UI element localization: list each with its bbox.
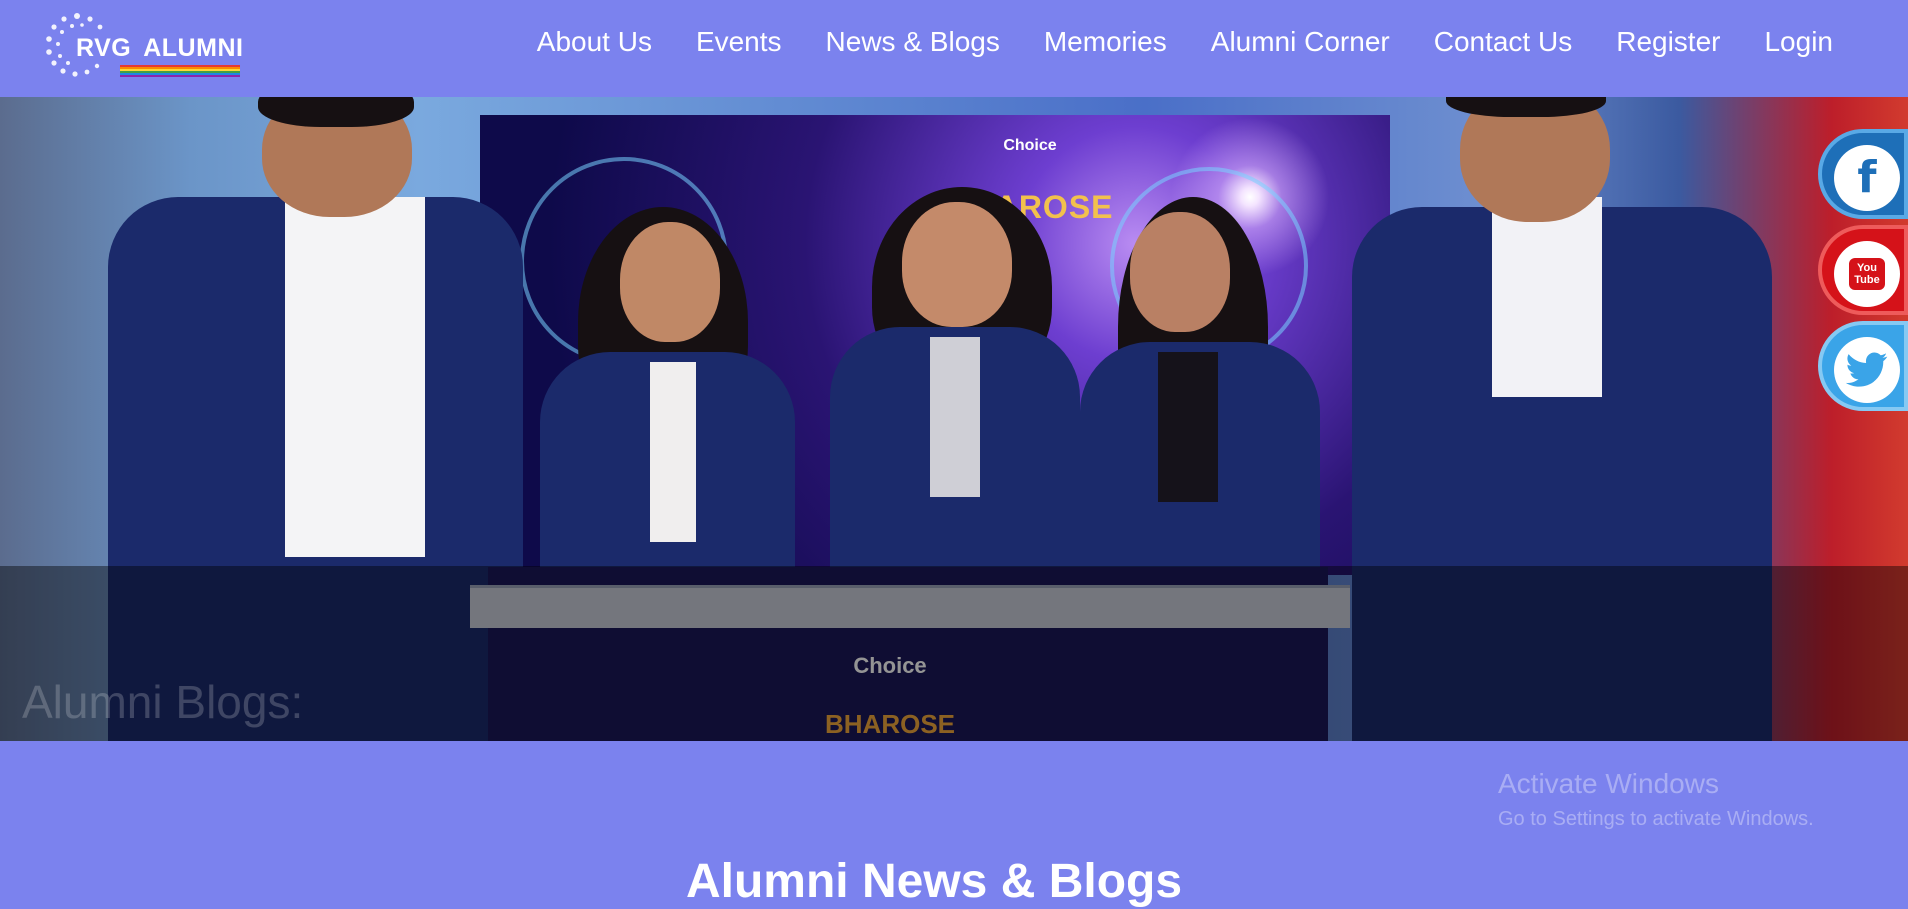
nav-about-us[interactable]: About Us: [537, 26, 652, 58]
youtube-button[interactable]: You Tube: [1818, 225, 1908, 315]
logo-main-text: RVG: [76, 34, 132, 62]
twitter-bird-icon: [1846, 352, 1888, 387]
youtube-glyph-line-2: Tube: [1854, 274, 1880, 286]
facebook-glyph: f: [1857, 152, 1877, 203]
youtube-glyph-line-1: You: [1857, 262, 1877, 274]
backdrop-brand-text: Choice: [1003, 137, 1057, 154]
twitter-icon: [1834, 337, 1900, 403]
main-navigation: About Us Events News & Blogs Memories Al…: [537, 26, 1833, 58]
nav-login[interactable]: Login: [1764, 26, 1833, 58]
nav-news-blogs[interactable]: News & Blogs: [826, 26, 1000, 58]
navbar: RVG ALUMNI About Us Events News & Blogs M…: [0, 0, 1908, 97]
hero-caption: Alumni Blogs:: [22, 676, 304, 728]
twitter-button[interactable]: [1818, 321, 1908, 411]
nav-alumni-corner[interactable]: Alumni Corner: [1211, 26, 1390, 58]
hero-banner: Choice BHAROSE Choice BHAROSE Alumni Blo…: [0, 97, 1908, 741]
nav-memories[interactable]: Memories: [1044, 26, 1167, 58]
logo-sub-text: ALUMNI: [143, 34, 244, 62]
youtube-icon: You Tube: [1834, 241, 1900, 307]
nav-contact-us[interactable]: Contact Us: [1434, 26, 1573, 58]
rvg-alumni-logo[interactable]: RVG ALUMNI: [42, 10, 243, 85]
nav-register[interactable]: Register: [1616, 26, 1720, 58]
nav-events[interactable]: Events: [696, 26, 782, 58]
windows-activation-title: Activate Windows: [1498, 768, 1719, 799]
youtube-glyph: You Tube: [1849, 258, 1885, 290]
facebook-icon: f: [1834, 145, 1900, 211]
logo-stripe: [120, 75, 240, 77]
logo-text: RVG ALUMNI: [76, 34, 243, 63]
windows-activation-subtitle: Go to Settings to activate Windows.: [1498, 808, 1814, 830]
logo-rainbow-stripes: [120, 65, 240, 81]
section-title: Alumni News & Blogs: [685, 855, 1183, 909]
facebook-button[interactable]: f: [1818, 129, 1908, 219]
